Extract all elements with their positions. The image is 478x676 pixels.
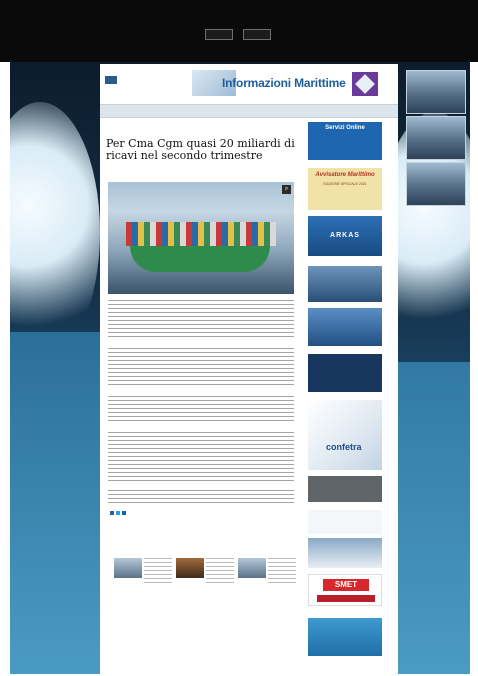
- ad-ferry-banner[interactable]: [308, 266, 382, 302]
- facebook-icon[interactable]: [110, 510, 114, 515]
- smet-strip: [317, 595, 375, 602]
- article-paragraph: [108, 432, 294, 484]
- cookie-close-button[interactable]: [243, 29, 271, 40]
- ad-port-banner[interactable]: [308, 308, 382, 346]
- confetra-logo: confetra: [326, 442, 362, 452]
- related-article[interactable]: [114, 558, 172, 588]
- publisher-mark-icon: [105, 76, 117, 84]
- article-paragraph: [108, 348, 294, 388]
- site-header: Informazioni Marittime: [100, 64, 398, 102]
- servizi-title: Servizi Online: [325, 125, 365, 131]
- related-article[interactable]: [238, 558, 296, 588]
- article-paragraph: [108, 396, 294, 424]
- container-ship-picture: [126, 222, 276, 280]
- bollettino-title: Avvisatore Marittimo: [315, 172, 375, 178]
- wave-left-decor: [10, 102, 100, 362]
- sea-left-decor: [10, 332, 100, 674]
- ad-bollettino[interactable]: Avvisatore Marittimo EDIZIONE SPECIALE 2…: [308, 168, 382, 210]
- twitter-icon[interactable]: [116, 510, 120, 515]
- smet-logo: SMET: [323, 579, 369, 591]
- ad-bottom-banner[interactable]: [308, 618, 382, 656]
- article-paragraph: [108, 300, 294, 340]
- page-content: Informazioni Marittime Per Cma Cgm quasi…: [100, 64, 398, 676]
- cookie-banner: [0, 0, 478, 62]
- article-title: Per Cma Cgm quasi 20 miliardi di ricavi …: [106, 137, 295, 162]
- ad-logo-banner[interactable]: [308, 510, 382, 534]
- ad-logo-banner[interactable]: [308, 538, 382, 568]
- sea-right-decor: [390, 362, 470, 674]
- site-logo[interactable]: Informazioni Marittime: [192, 70, 392, 98]
- ad-servizi-online[interactable]: Servizi Online: [308, 122, 382, 160]
- related-article[interactable]: [176, 558, 234, 588]
- ad-smet[interactable]: SMET: [308, 574, 382, 606]
- bollettino-edition: EDIZIONE SPECIALE 2021: [323, 182, 367, 186]
- article-paragraph: [108, 490, 294, 504]
- main-nav: [100, 104, 398, 118]
- ad-arkas[interactable]: ARKAS: [308, 216, 382, 256]
- publisher-logo[interactable]: [105, 76, 139, 86]
- site-title: Informazioni Marittime: [222, 76, 346, 90]
- cookie-accept-button[interactable]: [205, 29, 233, 40]
- logo-cube-icon: [352, 72, 378, 96]
- linkedin-icon[interactable]: [122, 510, 126, 515]
- ad-terminal-banner[interactable]: [308, 354, 382, 392]
- share-bar: [108, 510, 126, 515]
- article-hero-image[interactable]: ⌕: [108, 182, 294, 294]
- magnifier-icon[interactable]: ⌕: [282, 185, 291, 194]
- ad-grey-banner[interactable]: [308, 476, 382, 502]
- ad-confetra[interactable]: confetra: [308, 400, 382, 470]
